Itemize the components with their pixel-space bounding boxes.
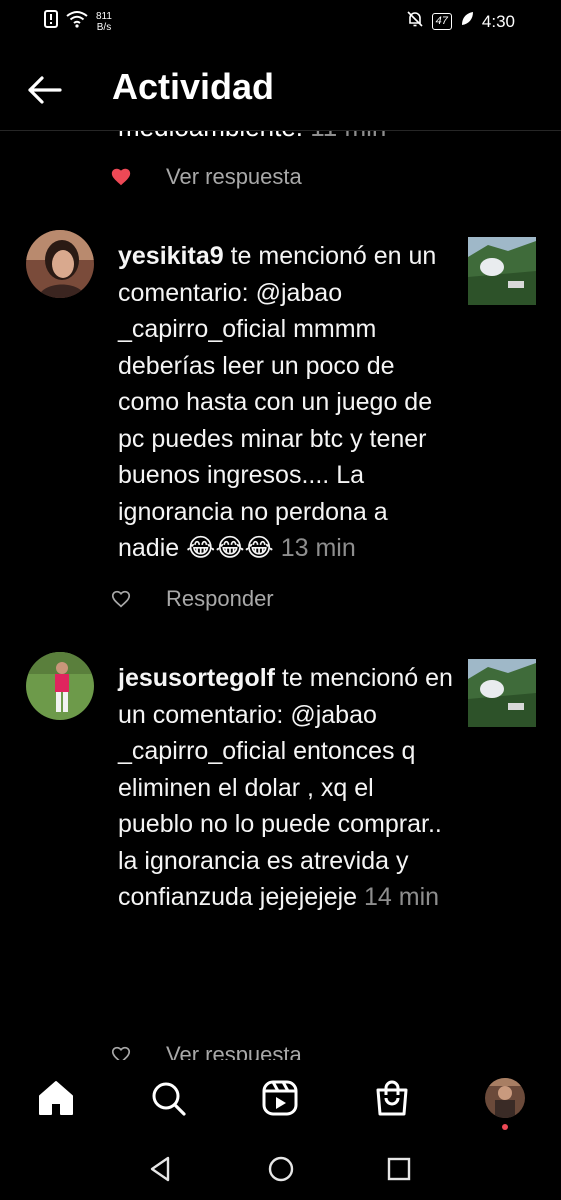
wifi-icon (66, 10, 88, 33)
back-button[interactable] (24, 70, 64, 110)
search-icon (152, 1082, 186, 1116)
username[interactable]: yesikita9 (118, 242, 224, 270)
status-bar: 811 B/s 47 4:30 (0, 0, 561, 44)
triangle-back-icon (150, 1156, 170, 1182)
nav-profile-avatar[interactable] (485, 1078, 525, 1118)
network-speed: 811 B/s (96, 11, 112, 33)
previous-action-row: Ver respuesta (110, 164, 302, 190)
timestamp: 14 min (364, 883, 440, 911)
network-speed-value: 811 (96, 10, 112, 22)
heart-filled-icon[interactable] (110, 166, 132, 188)
previous-comment-text: medioambiente. 11 min (118, 130, 386, 143)
mute-bell-icon (406, 10, 424, 33)
network-speed-unit: B/s (96, 21, 112, 33)
notification-text: jesusortegolf te mencionó en un comentar… (118, 660, 453, 916)
previous-comment-time: 11 min (310, 130, 386, 142)
system-recents-button[interactable] (382, 1152, 416, 1186)
system-back-button[interactable] (144, 1152, 178, 1186)
notification-text: yesikita9 te mencionó en un comentario: … (118, 238, 453, 567)
bottom-navigation (0, 1062, 561, 1138)
reels-icon (262, 1080, 298, 1116)
comment-text: mmmm deberías leer un poco de como hasta… (118, 315, 433, 562)
view-reply-button[interactable]: Ver respuesta (166, 164, 302, 190)
status-time: 4:30 (481, 11, 515, 31)
previous-comment-body: medioambiente. (118, 130, 303, 142)
view-reply-button[interactable]: Ver respuesta (166, 1042, 302, 1060)
reply-button[interactable]: Responder (166, 586, 274, 612)
post-thumbnail[interactable] (468, 659, 536, 727)
app-header: Actividad (0, 54, 561, 131)
shopping-bag-icon (376, 1080, 408, 1116)
nav-shop[interactable] (372, 1078, 412, 1118)
avatar[interactable] (26, 652, 94, 720)
timestamp: 13 min (280, 534, 356, 562)
home-icon (39, 1081, 73, 1115)
activity-feed[interactable]: medioambiente. 11 min Ver respuesta yesi… (0, 130, 561, 1060)
nav-home[interactable] (36, 1078, 76, 1118)
avatar[interactable] (26, 230, 94, 298)
battery-indicator: 47 (431, 13, 452, 30)
system-navigation (0, 1138, 561, 1200)
post-thumbnail[interactable] (468, 237, 536, 305)
heart-outline-icon[interactable] (110, 1044, 132, 1060)
profile-notification-dot (502, 1124, 508, 1130)
system-home-button[interactable] (264, 1152, 298, 1186)
page-title: Actividad (112, 66, 275, 107)
notification-action-row: Responder (110, 586, 274, 612)
username[interactable]: jesusortegolf (118, 664, 275, 692)
nav-reels[interactable] (260, 1078, 300, 1118)
circle-home-icon (268, 1156, 294, 1182)
heart-outline-icon[interactable] (110, 588, 132, 610)
back-arrow-icon (28, 76, 62, 104)
nav-search[interactable] (148, 1078, 188, 1118)
notification-icon (44, 10, 58, 33)
notification-action-row: Ver respuesta (110, 1042, 302, 1060)
square-recents-icon (387, 1157, 411, 1181)
leaf-icon (460, 11, 474, 32)
